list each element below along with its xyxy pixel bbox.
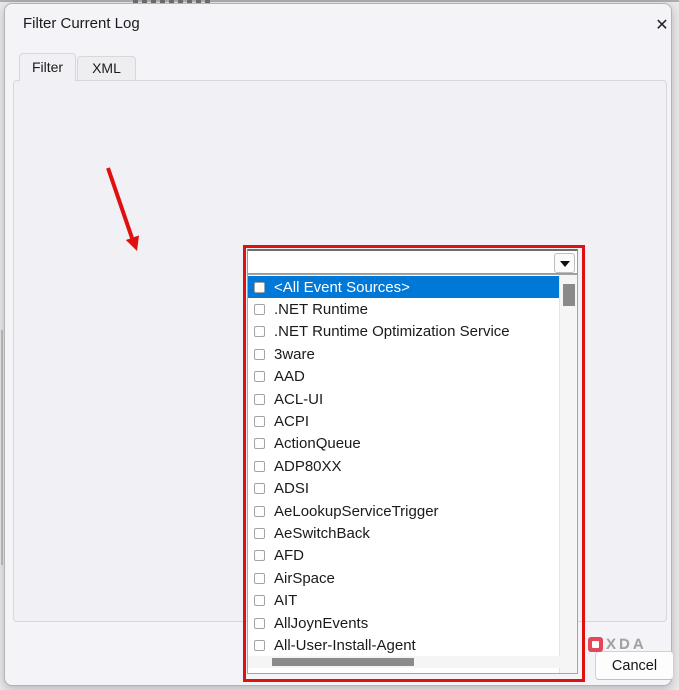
option-checkbox[interactable] (254, 483, 265, 494)
event-sources-combobox[interactable] (247, 249, 578, 274)
background-window-edge-left (1, 330, 3, 565)
option-checkbox[interactable] (254, 371, 265, 382)
option-checkbox[interactable] (254, 461, 265, 472)
event-sources-dropdown-list[interactable]: <All Event Sources> .NET Runtime .NET Ru… (247, 274, 578, 674)
dropdown-rows: <All Event Sources> .NET Runtime .NET Ru… (248, 276, 560, 657)
event-source-option[interactable]: .NET Runtime (248, 298, 560, 320)
event-source-option[interactable]: .NET Runtime Optimization Service (248, 321, 560, 343)
event-source-option[interactable]: ActionQueue (248, 433, 560, 455)
event-source-option[interactable]: <All Event Sources> (248, 276, 560, 298)
background-window-edge (0, 0, 679, 2)
event-source-option[interactable]: ADP80XX (248, 455, 560, 477)
option-checkbox[interactable] (254, 304, 265, 315)
event-source-option[interactable]: 3ware (248, 343, 560, 365)
scrollbar-thumb[interactable] (272, 658, 414, 666)
option-checkbox[interactable] (254, 506, 265, 517)
option-checkbox[interactable] (254, 573, 265, 584)
event-source-option[interactable]: AFD (248, 545, 560, 567)
option-checkbox[interactable] (254, 528, 265, 539)
option-checkbox[interactable] (254, 282, 265, 293)
option-checkbox[interactable] (254, 416, 265, 427)
option-checkbox[interactable] (254, 595, 265, 606)
event-source-option[interactable]: All-User-Install-Agent (248, 634, 560, 656)
tab-xml[interactable]: XML (77, 56, 136, 80)
event-source-option[interactable]: AirSpace (248, 567, 560, 589)
dialog-title: Filter Current Log (23, 15, 140, 32)
option-checkbox[interactable] (254, 349, 265, 360)
option-checkbox[interactable] (254, 640, 265, 651)
tab-filter[interactable]: Filter (19, 53, 76, 81)
option-checkbox[interactable] (254, 326, 265, 337)
scrollbar-thumb[interactable] (563, 284, 575, 306)
cancel-button[interactable]: Cancel (595, 651, 674, 680)
close-icon[interactable]: ✕ (648, 12, 676, 40)
dropdown-arrow-icon[interactable] (554, 253, 575, 273)
event-source-option[interactable]: AIT (248, 589, 560, 611)
option-checkbox[interactable] (254, 394, 265, 405)
option-checkbox[interactable] (254, 550, 265, 561)
horizontal-scrollbar[interactable] (248, 656, 560, 668)
option-checkbox[interactable] (254, 438, 265, 449)
event-source-option[interactable]: AeLookupServiceTrigger (248, 500, 560, 522)
event-source-option[interactable]: ACL-UI (248, 388, 560, 410)
event-source-option[interactable]: AAD (248, 366, 560, 388)
event-source-option[interactable]: AeSwitchBack (248, 522, 560, 544)
event-source-option[interactable]: ADSI (248, 478, 560, 500)
event-source-option[interactable]: AllJoynEvents (248, 612, 560, 634)
option-checkbox[interactable] (254, 618, 265, 629)
vertical-scrollbar[interactable] (559, 275, 577, 673)
event-source-option[interactable]: ACPI (248, 410, 560, 432)
